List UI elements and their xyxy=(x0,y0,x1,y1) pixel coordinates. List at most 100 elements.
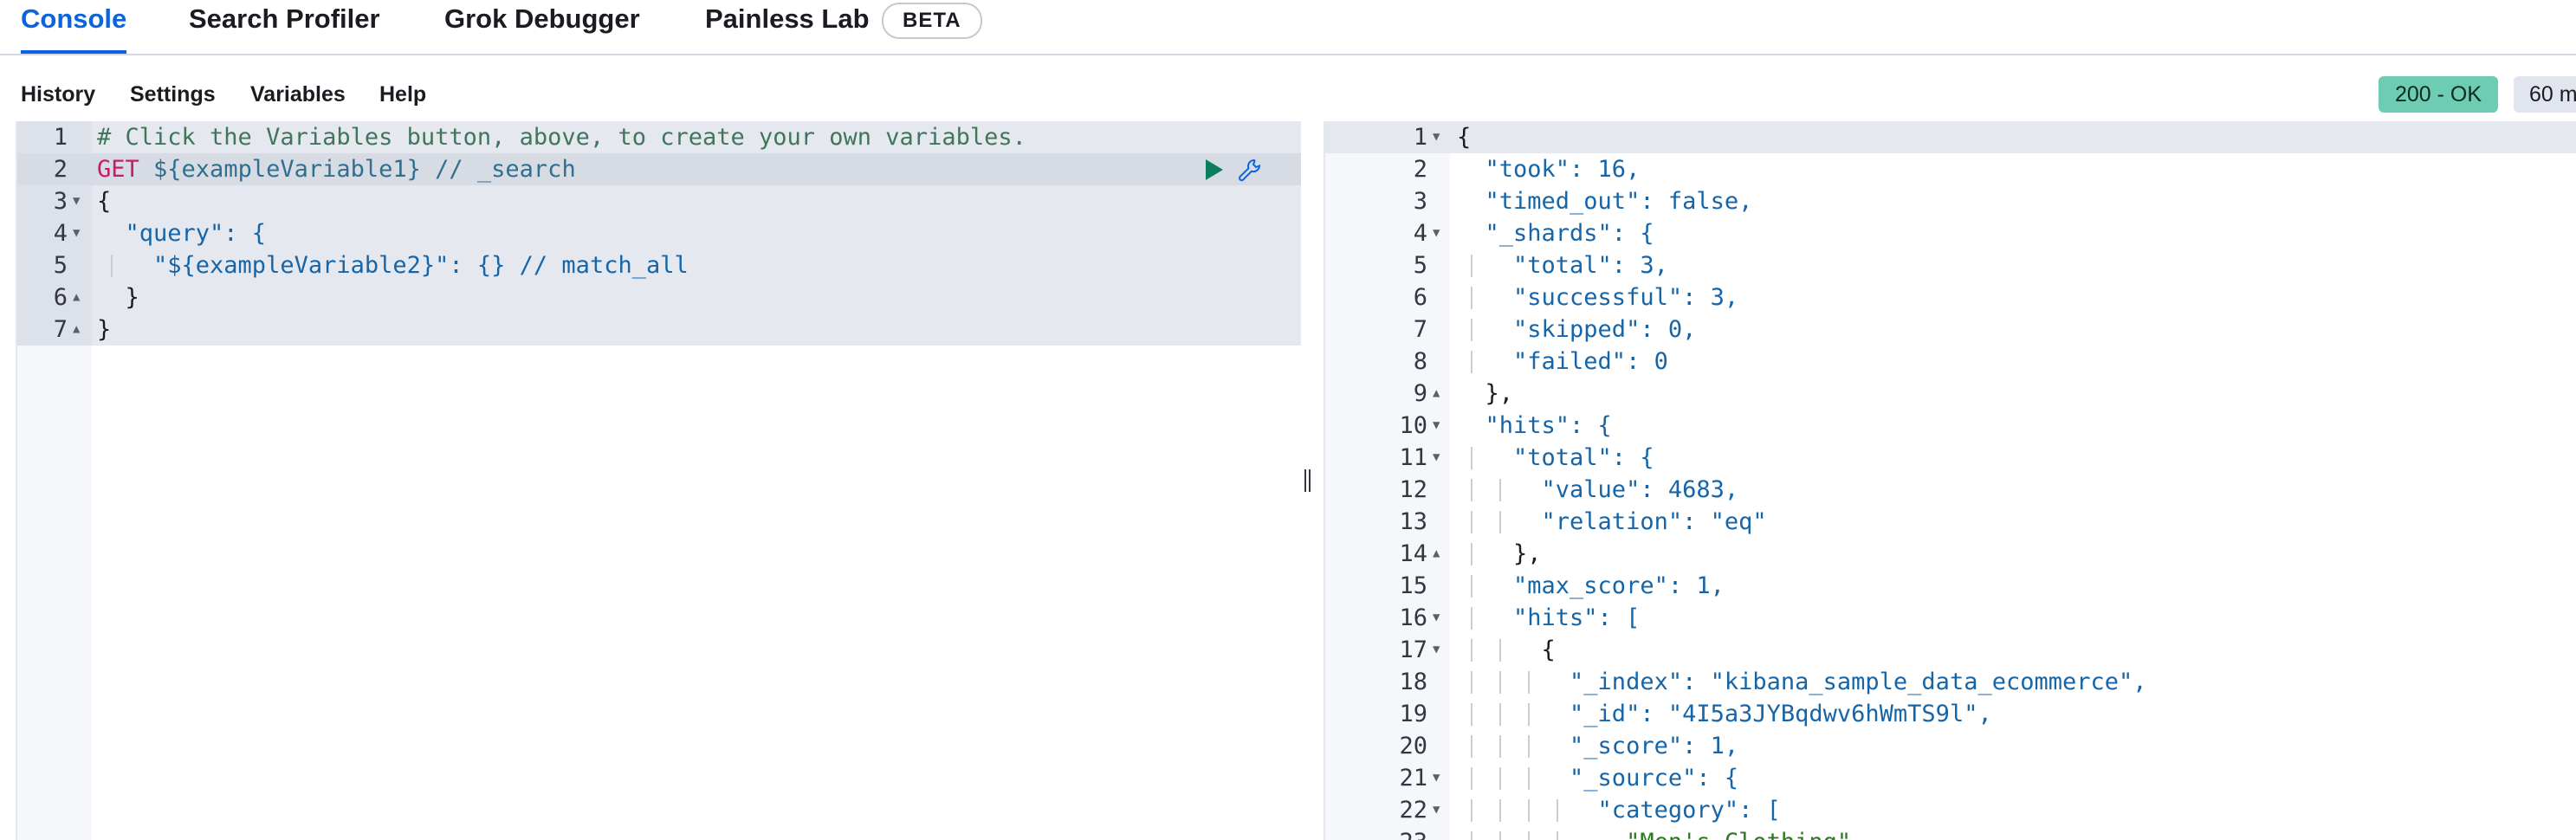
code-text: "total": { xyxy=(1457,444,1654,471)
fold-close-icon[interactable]: ▲ xyxy=(73,313,80,346)
play-icon[interactable] xyxy=(1206,159,1223,180)
code-text: "hits": { xyxy=(1457,412,1612,439)
request-line: 5 "${exampleVariable2}": {} // match_all xyxy=(17,249,1301,281)
pane-resize-handle[interactable] xyxy=(1302,469,1316,495)
top-tabs: Console Search Profiler Grok Debugger Pa… xyxy=(0,0,2576,55)
http-method: GET xyxy=(97,156,139,183)
response-line: 1 ▼ { xyxy=(1325,121,2576,153)
line-number: 7 xyxy=(53,316,68,343)
fold-close-icon[interactable]: ▲ xyxy=(1433,538,1440,570)
response-line: 8 "failed": 0 xyxy=(1325,346,2576,378)
code-text: "skipped": 0, xyxy=(1457,316,1697,343)
code-text: } xyxy=(97,284,139,311)
request-line: 1 # Click the Variables button, above, t… xyxy=(17,121,1301,153)
request-editor[interactable]: 1 # Click the Variables button, above, t… xyxy=(16,121,1301,840)
request-line: 7 ▲ } xyxy=(17,313,1301,346)
history-button[interactable]: History xyxy=(21,73,95,116)
response-line: 4 ▼ "_shards": { xyxy=(1325,217,2576,249)
tab-grok-debugger[interactable]: Grok Debugger xyxy=(444,0,640,52)
line-number: 8 xyxy=(1413,348,1427,375)
response-line: 5 "total": 3, xyxy=(1325,249,2576,281)
request-line: 4 ▼ "query": { xyxy=(17,217,1301,249)
fold-open-icon[interactable]: ▼ xyxy=(1433,634,1440,666)
code-text: "query": { xyxy=(97,220,267,247)
response-line: 20 "_score": 1, xyxy=(1325,730,2576,762)
line-number: 7 xyxy=(1413,316,1427,343)
line-number: 2 xyxy=(1413,156,1427,183)
wrench-icon[interactable] xyxy=(1237,158,1263,184)
response-line: 21 ▼ "_source": { xyxy=(1325,762,2576,794)
code-text: "timed_out": false, xyxy=(1457,188,1753,215)
beta-badge: BETA xyxy=(882,3,982,39)
settings-button[interactable]: Settings xyxy=(130,73,216,116)
fold-open-icon[interactable]: ▼ xyxy=(1433,121,1440,153)
line-number: 9 xyxy=(1413,380,1427,407)
fold-open-icon[interactable]: ▼ xyxy=(1433,410,1440,442)
response-line: 10 ▼ "hits": { xyxy=(1325,410,2576,442)
code-text: { xyxy=(97,188,112,215)
code-text: "${exampleVariable2}": {} // match_all xyxy=(97,252,689,279)
response-line: 7 "skipped": 0, xyxy=(1325,313,2576,346)
status-code-badge: 200 - OK xyxy=(2379,76,2498,113)
response-line: 9 ▲ }, xyxy=(1325,378,2576,410)
line-number: 6 xyxy=(1413,284,1427,311)
code-text: } xyxy=(97,316,112,343)
response-line: 14 ▲ }, xyxy=(1325,538,2576,570)
request-path: ${exampleVariable1} // _search xyxy=(139,156,576,183)
request-line: 3 ▼ { xyxy=(17,185,1301,217)
code-text: "failed": 0 xyxy=(1457,348,1668,375)
response-line: 12 "value": 4683, xyxy=(1325,474,2576,506)
line-number: 21 xyxy=(1399,765,1427,792)
request-time-badge: 60 m xyxy=(2514,76,2576,113)
response-line: 22 ▼ "category": [ xyxy=(1325,794,2576,826)
code-text: }, xyxy=(1457,540,1542,567)
fold-open-icon[interactable]: ▼ xyxy=(73,185,80,217)
line-number: 1 xyxy=(1413,124,1427,151)
response-line: 2 "took": 16, xyxy=(1325,153,2576,185)
code-text: "_shards": { xyxy=(1457,220,1654,247)
response-viewer[interactable]: 1 ▼ { 2 "took": 16, 3 "timed_out": false… xyxy=(1324,121,2576,840)
line-number: 15 xyxy=(1399,572,1427,599)
response-line: 15 "max_score": 1, xyxy=(1325,570,2576,602)
fold-open-icon[interactable]: ▼ xyxy=(1433,217,1440,249)
line-number: 5 xyxy=(53,252,68,279)
code-text: { xyxy=(1457,124,1472,151)
fold-close-icon[interactable]: ▲ xyxy=(1433,378,1440,410)
code-text: "_score": 1, xyxy=(1457,733,1739,759)
code-text: "_index": "kibana_sample_data_ecommerce"… xyxy=(1457,669,2147,695)
tab-painless-lab[interactable]: Painless Lab xyxy=(705,0,870,52)
line-number: 20 xyxy=(1399,733,1427,759)
fold-open-icon[interactable]: ▼ xyxy=(1433,602,1440,634)
tab-console[interactable]: Console xyxy=(21,0,127,54)
line-number: 5 xyxy=(1413,252,1427,279)
code-text: "total": 3, xyxy=(1457,252,1668,279)
code-text: "took": 16, xyxy=(1457,156,1641,183)
line-number: 2 xyxy=(53,156,68,183)
line-number: 4 xyxy=(1413,220,1427,247)
fold-close-icon[interactable]: ▲ xyxy=(73,281,80,313)
code-text: "max_score": 1, xyxy=(1457,572,1725,599)
line-number: 22 xyxy=(1399,797,1427,824)
code-text: "_source": { xyxy=(1457,765,1739,792)
line-number: 14 xyxy=(1399,540,1427,567)
help-button[interactable]: Help xyxy=(379,73,426,116)
line-number: 16 xyxy=(1399,604,1427,631)
fold-open-icon[interactable]: ▼ xyxy=(1433,762,1440,794)
line-number: 4 xyxy=(53,220,68,247)
fold-open-icon[interactable]: ▼ xyxy=(73,217,80,249)
line-number: 3 xyxy=(1413,188,1427,215)
fold-open-icon[interactable]: ▼ xyxy=(1433,442,1440,474)
response-line: 13 "relation": "eq" xyxy=(1325,506,2576,538)
line-number: 18 xyxy=(1399,669,1427,695)
variables-button[interactable]: Variables xyxy=(250,73,346,116)
line-number: 13 xyxy=(1399,508,1427,535)
handle-bar xyxy=(1309,469,1311,492)
code-text: }, xyxy=(1457,380,1514,407)
line-number: 23 xyxy=(1325,826,1427,840)
response-line: 19 "_id": "4I5a3JYBqdwv6hWmTS9l", xyxy=(1325,698,2576,730)
fold-open-icon[interactable]: ▼ xyxy=(1433,794,1440,826)
tab-search-profiler[interactable]: Search Profiler xyxy=(189,0,380,52)
code-text: "_id": "4I5a3JYBqdwv6hWmTS9l", xyxy=(1457,701,1992,727)
response-line: 18 "_index": "kibana_sample_data_ecommer… xyxy=(1325,666,2576,698)
code-text: # Click the Variables button, above, to … xyxy=(97,124,1026,151)
